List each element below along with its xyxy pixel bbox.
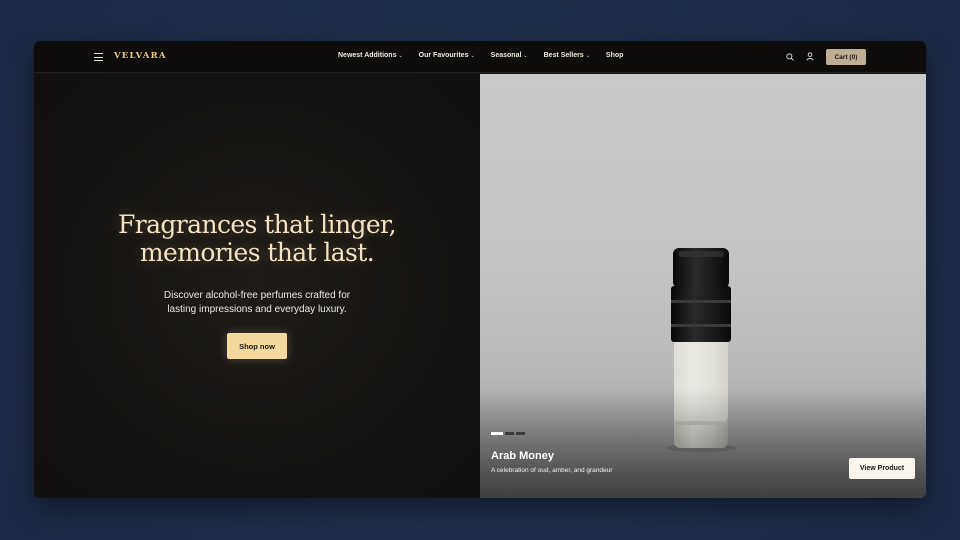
carousel-dot[interactable] [505,432,514,435]
carousel-dot[interactable] [516,432,525,435]
shop-now-button[interactable]: Shop now [227,333,287,359]
menu-icon[interactable] [94,53,103,61]
user-icon[interactable] [806,52,814,61]
hero-headline-line: memories that last. [139,238,375,267]
hero-subtext-line: Discover alcohol-free perfumes crafted f… [163,290,351,301]
top-navigation: VELVARA Newest Additions ⌄ Our Favourites… [34,41,926,73]
product-name: Arab Money [491,450,554,462]
chevron-down-icon: ⌄ [398,52,403,59]
chevron-down-icon: ⌄ [523,52,528,59]
menu-item-label: Newest Additions [338,52,397,59]
menu-item-seasonal[interactable]: Seasonal ⌄ [491,52,528,59]
carousel-dot[interactable] [491,432,503,435]
menu-item-label: Best Sellers [543,52,584,59]
product-showcase: Arab Money A celebration of oud, amber, … [480,74,926,498]
chevron-down-icon: ⌄ [470,52,475,59]
menu-item-label: Our Favourites [418,52,469,59]
carousel-indicators [491,432,525,435]
menu-item-best-sellers[interactable]: Best Sellers ⌄ [544,52,590,59]
menu-item-newest-additions[interactable]: Newest Additions ⌄ [338,52,403,59]
menu-item-label: Shop [605,52,624,59]
view-product-button[interactable]: View Product [849,458,915,479]
chevron-down-icon: ⌄ [585,52,590,59]
browser-frame: VELVARA Newest Additions ⌄ Our Favourites… [34,41,926,498]
cart-button[interactable]: Cart (0) [826,49,866,65]
hero-headline: Fragrances that linger, memories that la… [34,211,480,267]
main-menu: Newest Additions ⌄ Our Favourites ⌄ Season… [338,52,639,59]
brand-logo[interactable]: VELVARA [114,51,167,61]
search-icon[interactable] [786,53,794,61]
menu-item-shop[interactable]: Shop [606,52,624,59]
product-description: A celebration of oud, amber, and grandeu… [491,467,613,474]
hero-headline-line: Fragrances that linger, [117,210,397,239]
hero-text-panel: Fragrances that linger, memories that la… [34,74,480,498]
caption-overlay [480,388,926,498]
menu-item-label: Seasonal [490,52,522,59]
menu-item-our-favourites[interactable]: Our Favourites ⌄ [419,52,475,59]
hero-subtext: Discover alcohol-free perfumes crafted f… [137,289,377,317]
hero-subtext-line: lasting impressions and everyday luxury. [167,304,347,315]
